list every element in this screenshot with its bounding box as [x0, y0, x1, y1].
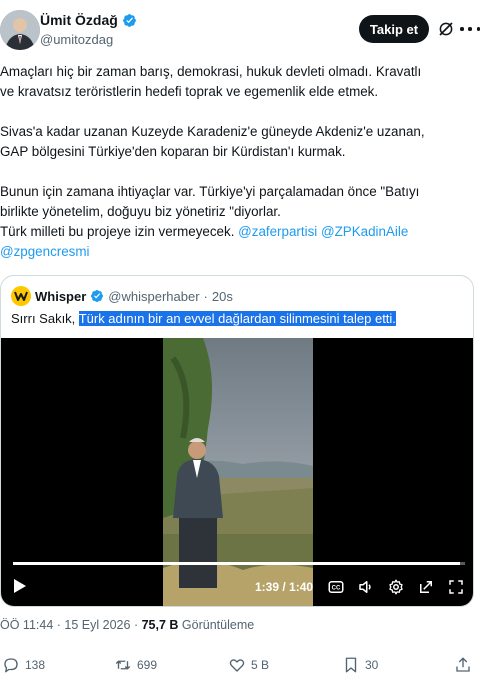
- bookmark-button[interactable]: 30: [342, 656, 378, 674]
- repost-button[interactable]: 699: [114, 656, 157, 674]
- quote-text-highlight: Türk adının bir an evvel dağlardan silin…: [78, 311, 396, 326]
- like-button[interactable]: 5 B: [228, 656, 269, 674]
- svg-text:CC: CC: [332, 586, 341, 592]
- fullscreen-icon[interactable]: [447, 578, 465, 596]
- tweet-meta: ÖÖ 11:44 · 15 Eyl 2026 · 75,7 B Görüntül…: [0, 618, 254, 632]
- author-display-name[interactable]: Ümit Özdağ: [40, 12, 118, 28]
- popout-icon[interactable]: [417, 578, 435, 596]
- tweet-time[interactable]: ÖÖ 11:44: [0, 618, 53, 632]
- like-icon: [229, 659, 245, 672]
- author-name-row[interactable]: Ümit Özdağ: [40, 12, 137, 28]
- verified-badge-icon: [91, 290, 104, 302]
- quote-separator: ·: [203, 288, 208, 304]
- mention-link[interactable]: @ZPKadinAile: [321, 224, 408, 239]
- tweet-header: Ümit Özdağ @umitozdag Takip et: [0, 0, 487, 56]
- follow-button[interactable]: Takip et: [359, 15, 429, 43]
- video-progress-fill: [13, 562, 461, 565]
- volume-icon[interactable]: [357, 578, 375, 596]
- avatar[interactable]: [0, 10, 40, 50]
- view-count: 75,7 B: [141, 618, 179, 632]
- mention-link[interactable]: @zpgencresmi: [0, 244, 90, 259]
- action-bar: 138 699 5 B 30: [0, 656, 487, 680]
- tweet-line-3a: Bunun için zamana ihtiyaçlar var. Türkiy…: [0, 184, 420, 199]
- meta-separator: ·: [56, 618, 61, 632]
- more-icon[interactable]: [460, 20, 480, 38]
- share-button[interactable]: [454, 656, 472, 674]
- reply-button[interactable]: 138: [2, 656, 45, 674]
- video-controls: 1:39 / 1:40 CC: [1, 570, 473, 606]
- tweet-date[interactable]: 15 Eyl 2026: [64, 618, 130, 632]
- quoted-tweet[interactable]: Whisper @whisperhaber · 20s Sırrı Sakık,…: [0, 275, 474, 607]
- view-label: Görüntüleme: [181, 618, 255, 632]
- grok-icon[interactable]: [437, 20, 455, 38]
- quote-header: Whisper @whisperhaber · 20s: [11, 286, 233, 306]
- author-handle[interactable]: @umitozdag: [40, 32, 113, 47]
- settings-icon[interactable]: [387, 578, 405, 596]
- bookmark-count: 30: [365, 658, 379, 672]
- tweet-text: Amaçları hiç bir zaman barış, demokrasi,…: [0, 62, 487, 262]
- quote-author-handle[interactable]: @whisperhaber: [108, 289, 199, 304]
- quote-text: Sırrı Sakık, Türk adının bir an evvel da…: [11, 311, 396, 326]
- tweet-paragraph-3: Bunun için zamana ihtiyaçlar var. Türkiy…: [0, 182, 487, 262]
- tweet-paragraph-1: Amaçları hiç bir zaman barış, demokrasi,…: [0, 64, 422, 99]
- quote-timestamp[interactable]: 20s: [212, 289, 233, 304]
- meta-separator: ·: [133, 618, 139, 632]
- captions-icon[interactable]: CC: [327, 578, 345, 596]
- video-frame[interactable]: [163, 338, 313, 606]
- share-icon: [456, 657, 470, 672]
- verified-badge-icon: [122, 13, 136, 27]
- play-icon[interactable]: [13, 578, 27, 594]
- reply-icon: [4, 658, 18, 673]
- quote-text-prefix: Sırrı Sakık,: [11, 311, 76, 326]
- video-progress-bar[interactable]: [13, 562, 465, 565]
- tweet-line-3c: Türk milleti bu projeye izin vermeyecek.: [0, 224, 235, 239]
- repost-count: 699: [137, 658, 158, 672]
- mention-link[interactable]: @zaferpartisi: [238, 224, 317, 239]
- video-player[interactable]: 1:39 / 1:40 CC: [1, 338, 473, 606]
- like-count: 5 B: [251, 658, 270, 672]
- video-time: 1:39 / 1:40: [255, 580, 314, 594]
- bookmark-icon: [345, 657, 357, 673]
- quote-author-name[interactable]: Whisper: [35, 289, 86, 304]
- reply-count: 138: [25, 658, 46, 672]
- tweet-line-3b: birlikte yönetelim, doğuyu biz yönetiriz…: [0, 204, 281, 219]
- repost-icon: [115, 660, 131, 670]
- tweet-paragraph-2: Sivas'a kadar uzanan Kuzeyde Karadeniz'e…: [0, 124, 425, 159]
- whisper-logo[interactable]: [11, 286, 31, 306]
